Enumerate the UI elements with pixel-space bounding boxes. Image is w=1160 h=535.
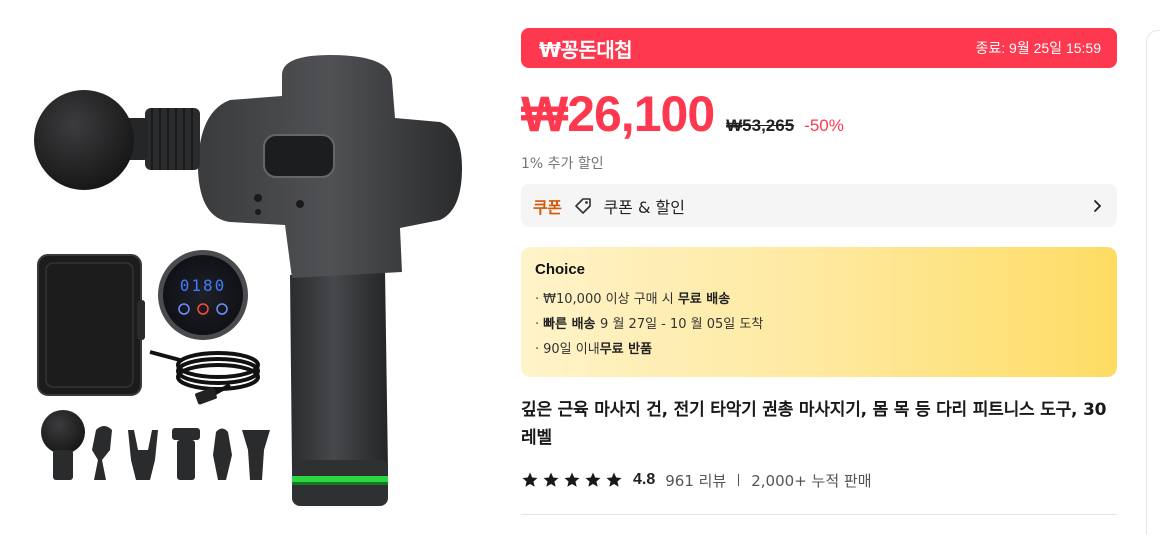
star-icon <box>542 471 560 489</box>
chevron-right-icon <box>1089 198 1105 214</box>
star-icon <box>584 471 602 489</box>
choice-line-bold: 무료 반품 <box>599 342 653 357</box>
star-rating <box>521 471 623 489</box>
attachment-heads <box>41 410 270 480</box>
choice-title: Choice <box>535 261 586 278</box>
choice-benefits[interactable]: Choice · ₩10,000 이상 구매 시 무료 배송 · 빠른 배송 9 월… <box>521 247 1117 377</box>
choice-free-returns: · 90일 이내무료 반품 <box>535 337 1103 362</box>
current-price: ₩26,100 <box>521 86 715 142</box>
tag-icon <box>573 196 593 216</box>
bullet: · <box>535 317 540 332</box>
choice-line-bold: 빠른 배송 <box>543 317 601 332</box>
coupon-badge: 쿠폰 <box>533 197 562 217</box>
star-icon <box>563 471 581 489</box>
product-info: ₩꽁돈대첩 종료: 9월 25일 15:59 ₩26,100 ₩53,265 -… <box>521 0 1117 535</box>
coupon-discount-button[interactable]: 쿠폰 쿠폰 & 할인 <box>521 184 1117 227</box>
discount-percent: -50% <box>804 116 844 135</box>
choice-fast-delivery: · 빠른 배송 9 월 27일 - 10 월 05일 도착 <box>535 312 1103 337</box>
deal-end-time: 종료: 9월 25일 15:59 <box>975 40 1101 56</box>
side-panel-edge <box>1146 30 1160 535</box>
rating-score: 4.8 <box>633 471 656 488</box>
sold-count: 2,000+ 누적 판매 <box>751 471 872 490</box>
massage-ball-head <box>34 90 134 190</box>
choice-line-text: ₩10,000 이상 구매 시 <box>543 292 678 307</box>
product-title: 깊은 근육 마사지 건, 전기 타악기 권총 마사지기, 몸 목 등 다리 피트… <box>521 400 1107 448</box>
carrying-case <box>37 254 145 396</box>
original-price: ₩53,265 <box>726 116 795 135</box>
bullet: · <box>535 292 540 307</box>
product-image[interactable]: 0180 <box>0 0 500 535</box>
rating-row[interactable]: 4.8 961 리뷰 2,000+ 누적 판매 <box>521 468 872 492</box>
control-panel: 0180 <box>158 250 248 340</box>
star-icon <box>605 471 623 489</box>
bullet: · <box>535 342 540 357</box>
panel-digits: 0180 <box>180 276 227 295</box>
charging-cable <box>149 350 260 398</box>
massage-gun-handle <box>290 270 388 506</box>
choice-line-bold: 무료 배송 <box>677 292 731 307</box>
choice-line-text: 9 월 27일 - 10 월 05일 도착 <box>600 317 764 332</box>
coupon-label: 쿠폰 & 할인 <box>603 197 685 217</box>
extra-discount: 1% 추가 할인 <box>521 156 604 172</box>
choice-line-text: 90일 이내 <box>543 342 600 357</box>
star-icon <box>521 471 539 489</box>
separator <box>738 474 740 486</box>
massage-gun-body <box>118 55 462 278</box>
deal-banner[interactable]: ₩꽁돈대첩 종료: 9월 25일 15:59 <box>521 28 1117 68</box>
review-count[interactable]: 961 리뷰 <box>665 470 726 491</box>
divider <box>521 514 1117 515</box>
choice-free-shipping: · ₩10,000 이상 구매 시 무료 배송 <box>535 287 1103 312</box>
deal-title: ₩꽁돈대첩 <box>539 37 633 62</box>
price-row: ₩26,100 ₩53,265 -50% <box>521 86 844 142</box>
